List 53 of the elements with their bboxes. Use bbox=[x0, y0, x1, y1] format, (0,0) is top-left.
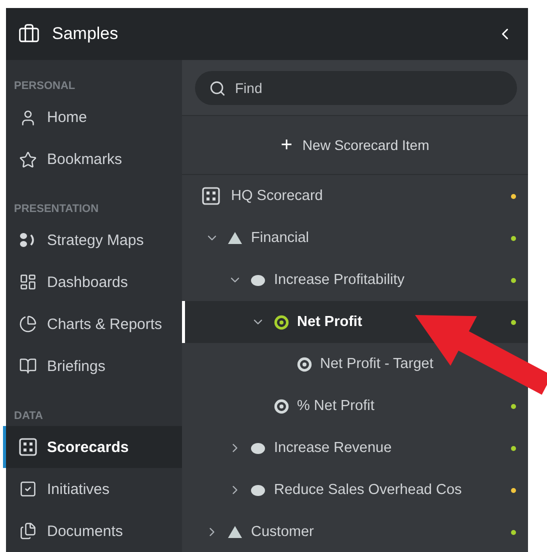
item-label: % Net Profit bbox=[297, 398, 376, 414]
scorecard-icon bbox=[19, 438, 37, 456]
book-icon bbox=[19, 357, 37, 376]
sidebar-item[interactable]: Initiatives bbox=[3, 468, 182, 510]
triangle-icon bbox=[228, 232, 242, 244]
sidebar-item[interactable]: Bookmarks bbox=[3, 138, 182, 181]
section-heading: PERSONAL bbox=[13, 79, 76, 94]
tree-item[interactable]: Customer bbox=[182, 511, 528, 552]
target-icon bbox=[274, 314, 289, 330]
person-icon bbox=[19, 108, 37, 127]
sidebar-item[interactable]: Strategy Maps bbox=[3, 219, 182, 262]
tree-item[interactable]: Financial bbox=[182, 217, 528, 259]
window-title: Samples bbox=[52, 24, 120, 44]
tree-item[interactable]: HQ Scorecard bbox=[182, 175, 528, 217]
pie-chart-icon bbox=[19, 315, 37, 334]
sidebar-item[interactable]: Briefings bbox=[3, 345, 182, 388]
star-icon bbox=[19, 150, 37, 169]
sidebar-item[interactable]: Dashboards bbox=[3, 261, 182, 304]
tree-item[interactable]: Net Profit bbox=[182, 301, 528, 343]
item-label: Increase Profitability bbox=[274, 272, 406, 288]
documents-icon bbox=[19, 522, 37, 540]
item-label: Net Profit - Target bbox=[320, 356, 434, 372]
ellipse-icon bbox=[251, 274, 265, 286]
item-label: Reduce Sales Overhead Cos bbox=[274, 482, 463, 498]
sidebar-item[interactable]: Scorecards bbox=[3, 426, 182, 468]
briefcase-icon bbox=[18, 23, 40, 45]
section-heading: DATA bbox=[13, 408, 44, 424]
item-label: HQ Scorecard bbox=[231, 188, 324, 204]
tree-item[interactable]: Increase Revenue bbox=[182, 427, 528, 469]
ellipse-icon bbox=[251, 442, 265, 454]
dashboard-icon bbox=[19, 273, 37, 292]
tree-item[interactable]: Net Profit - Target bbox=[182, 343, 434, 385]
target-icon bbox=[274, 398, 289, 414]
item-label: Financial bbox=[251, 230, 310, 246]
sidebar-item[interactable]: Charts & Reports bbox=[3, 303, 182, 346]
target-icon bbox=[297, 356, 312, 372]
tree-item[interactable]: % Net Profit bbox=[182, 385, 528, 427]
checkbox-icon bbox=[19, 480, 37, 498]
triangle-icon bbox=[228, 526, 242, 538]
tree-item[interactable]: Reduce Sales Overhead Cos bbox=[182, 469, 528, 511]
section-heading: PRESENTATION bbox=[13, 202, 100, 217]
scorecard-icon bbox=[202, 187, 220, 205]
ellipse-icon bbox=[251, 484, 265, 496]
sidebar-item[interactable]: Documents bbox=[3, 510, 182, 552]
sidebar-item[interactable]: Home bbox=[3, 96, 182, 139]
item-label: Increase Revenue bbox=[274, 440, 393, 456]
tree-item[interactable]: Increase Profitability bbox=[182, 259, 528, 301]
search-icon bbox=[209, 80, 226, 96]
search-field[interactable]: Find bbox=[195, 70, 517, 104]
item-label: Customer bbox=[251, 524, 315, 540]
new-item-button[interactable]: + New Scorecard Item bbox=[272, 130, 438, 160]
strategy-map-icon bbox=[19, 232, 37, 248]
item-label: Net Profit bbox=[297, 314, 364, 330]
